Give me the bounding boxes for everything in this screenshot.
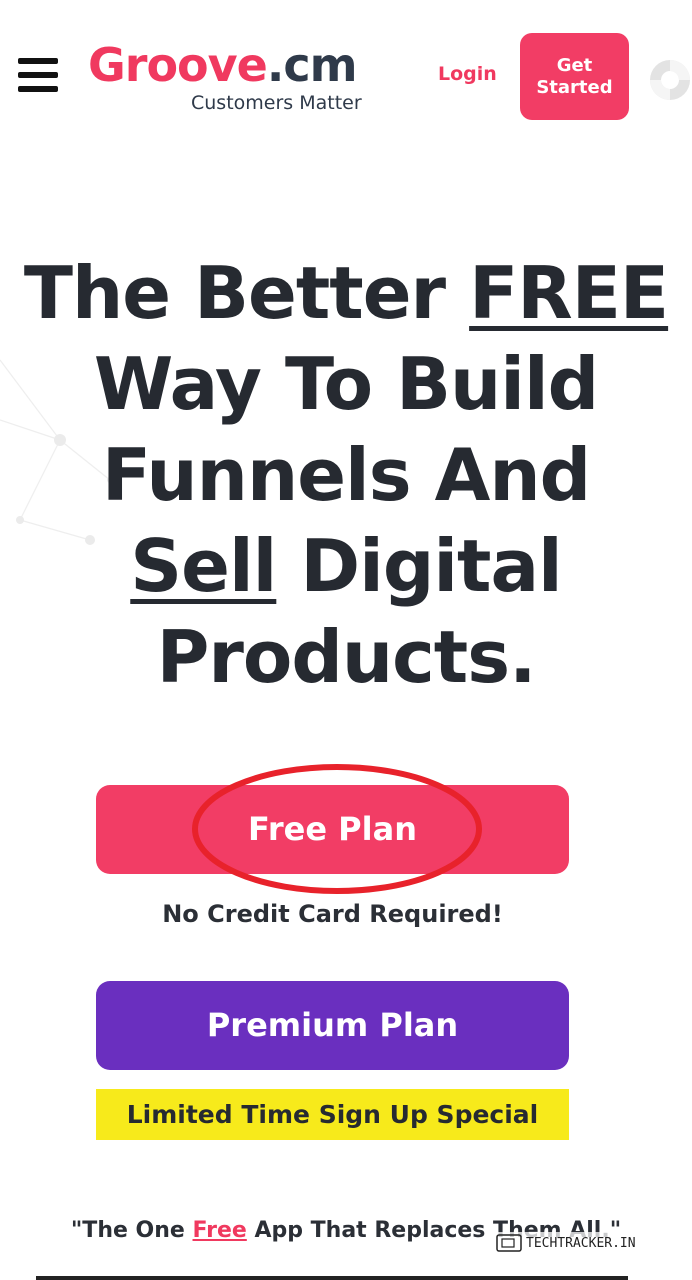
headline-line-5: Products. — [156, 615, 537, 699]
free-plan-button[interactable]: Free Plan — [96, 785, 569, 874]
login-link[interactable]: Login — [438, 63, 497, 85]
video-icon — [496, 1234, 522, 1252]
logo-wordmark: Groove.cm — [88, 38, 358, 92]
hero-headline: The Better FREE Way To Build Funnels And… — [20, 248, 672, 703]
top-navbar: Groove.cm Customers Matter Login Get Sta… — [0, 0, 692, 150]
groove-logo[interactable]: Groove.cm Customers Matter — [88, 40, 388, 120]
headline-text: The Better — [23, 251, 470, 335]
watermark: TECHTRACKER.IN — [493, 1232, 639, 1254]
headline-text: Digital — [276, 524, 562, 608]
headline-sell-emphasis: Sell — [130, 524, 277, 608]
headline-line-4: Sell Digital — [20, 521, 672, 612]
headline-line-2: Way To Build — [93, 342, 599, 426]
quote-text: "The One — [70, 1218, 193, 1243]
watermark-text: TECHTRACKER.IN — [526, 1235, 636, 1251]
headline-free-emphasis: FREE — [469, 251, 669, 335]
logo-tld: .cm — [266, 38, 358, 92]
logo-brand: Groove — [88, 38, 268, 92]
hamburger-icon[interactable] — [18, 58, 58, 92]
lifebuoy-icon[interactable] — [648, 58, 692, 102]
premium-plan-button[interactable]: Premium Plan — [96, 981, 569, 1070]
limited-time-banner: Limited Time Sign Up Special — [96, 1089, 569, 1140]
logo-tagline: Customers Matter — [191, 92, 362, 114]
quote-free-link[interactable]: Free — [193, 1218, 247, 1243]
get-started-button[interactable]: Get Started — [520, 33, 629, 120]
no-credit-card-note: No Credit Card Required! — [162, 900, 503, 928]
headline-line-1: The Better FREE — [20, 248, 672, 339]
get-started-label: Get Started — [536, 54, 613, 98]
headline-line-3: Funnels And — [101, 433, 591, 517]
section-divider — [36, 1276, 628, 1280]
